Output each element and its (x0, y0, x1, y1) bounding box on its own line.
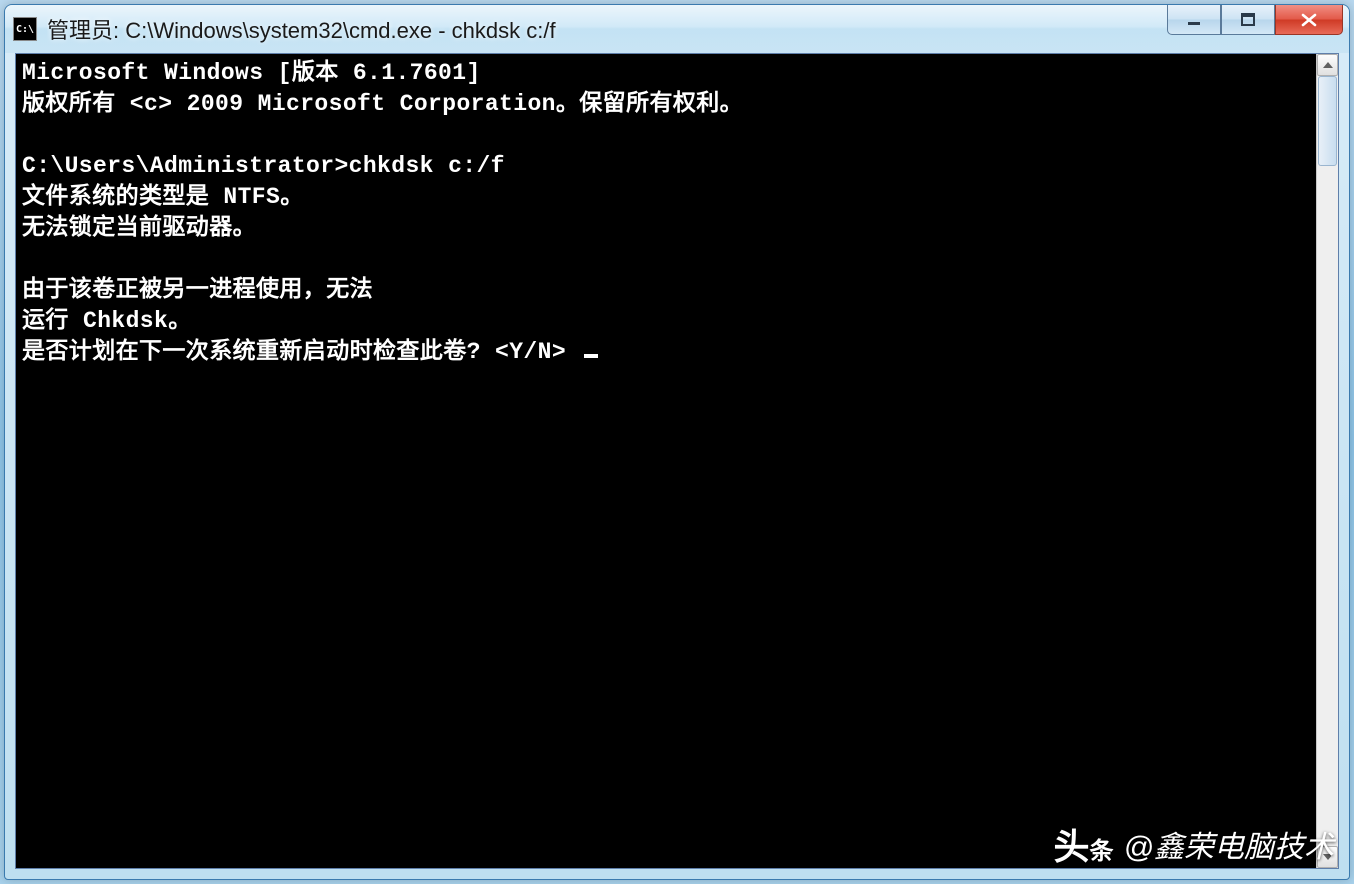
console-line: 运行 Chkdsk。 (22, 308, 192, 334)
window-title: 管理员: C:\Windows\system32\cmd.exe - chkds… (47, 13, 1341, 45)
scroll-track[interactable] (1317, 76, 1338, 846)
console-line: 由于该卷正被另一进程使用，无法 (22, 277, 373, 303)
vertical-scrollbar[interactable] (1316, 54, 1338, 868)
window-controls (1167, 5, 1343, 35)
console-line: 无法锁定当前驱动器。 (22, 215, 256, 241)
console-line: C:\Users\Administrator>chkdsk c:/f (22, 153, 505, 179)
scroll-down-button[interactable] (1317, 846, 1338, 868)
console-output[interactable]: Microsoft Windows [版本 6.1.7601] 版权所有 <c>… (16, 54, 1316, 868)
console-line: Microsoft Windows [版本 6.1.7601] (22, 60, 481, 86)
cursor (584, 354, 598, 358)
scroll-thumb[interactable] (1318, 76, 1337, 166)
client-area: Microsoft Windows [版本 6.1.7601] 版权所有 <c>… (15, 53, 1339, 869)
close-button[interactable] (1275, 5, 1343, 35)
console-line: 文件系统的类型是 NTFS。 (22, 184, 304, 210)
console-line: 版权所有 <c> 2009 Microsoft Corporation。保留所有… (22, 91, 743, 117)
console-line: 是否计划在下一次系统重新启动时检查此卷? <Y/N> (22, 339, 580, 365)
minimize-button[interactable] (1167, 5, 1221, 35)
cmd-window: C:\ 管理员: C:\Windows\system32\cmd.exe - c… (4, 4, 1350, 880)
cmd-icon: C:\ (13, 17, 37, 41)
titlebar[interactable]: C:\ 管理员: C:\Windows\system32\cmd.exe - c… (5, 5, 1349, 53)
maximize-button[interactable] (1221, 5, 1275, 35)
scroll-up-button[interactable] (1317, 54, 1338, 76)
